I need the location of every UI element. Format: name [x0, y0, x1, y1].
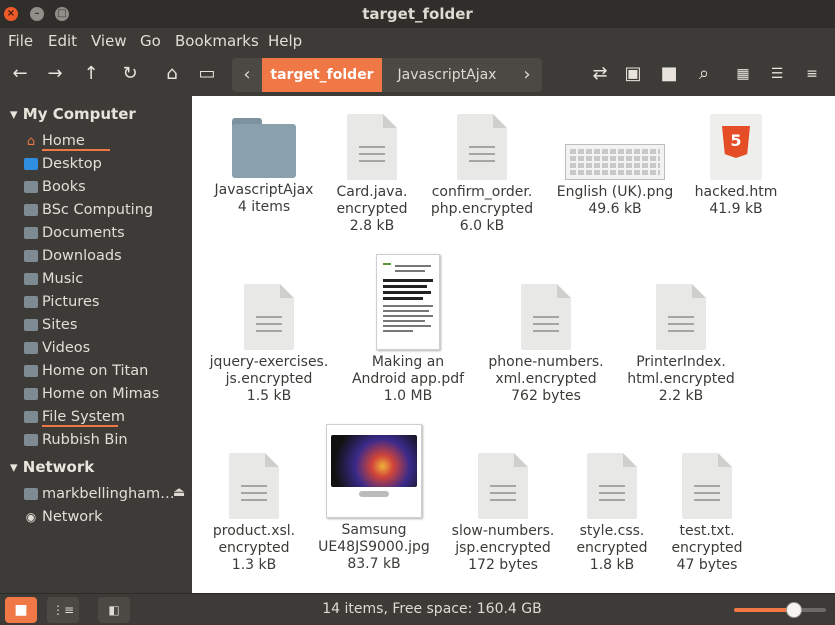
home-icon: ⌂ [26, 133, 36, 149]
document-icon [521, 284, 571, 350]
folder-icon [24, 273, 38, 285]
menu-bookmarks[interactable]: Bookmarks [175, 32, 259, 50]
breadcrumb-target-folder[interactable]: target_folder [262, 58, 382, 92]
network-folder-icon [24, 365, 38, 377]
document-icon [478, 453, 528, 519]
sidebar-item-sites[interactable]: Sites [24, 314, 77, 336]
tv-thumbnail [326, 424, 422, 518]
search-icon[interactable]: ⌕ [692, 62, 716, 86]
document-icon [656, 284, 706, 350]
breadcrumb: ‹ target_folder JavascriptAjax › [232, 58, 542, 92]
list-view-icon[interactable]: ☰ [765, 62, 789, 86]
new-folder-icon[interactable]: ■ [657, 62, 681, 86]
file-view[interactable]: JavascriptAjax 4 items Card.java. encryp… [192, 96, 835, 593]
title-bar: × – □ target_folder [0, 0, 835, 28]
terminal-icon[interactable]: ▣ [621, 62, 645, 86]
document-icon [244, 284, 294, 350]
back-arrow-icon[interactable]: ← [8, 62, 32, 86]
menu-bar: File Edit View Go Bookmarks Help [0, 28, 835, 54]
sidebar-item-home-on-mimas[interactable]: Home on Mimas [24, 383, 159, 405]
trash-icon [24, 434, 38, 446]
forward-arrow-icon[interactable]: → [43, 62, 67, 86]
globe-icon: ◉ [25, 510, 37, 524]
file-item-english-uk[interactable]: English (UK).png 49.6 kB [550, 114, 680, 218]
sidebar-item-bsc-computing[interactable]: BSc Computing [24, 199, 153, 221]
sidebar-item-downloads[interactable]: Downloads [24, 245, 122, 267]
document-icon [229, 453, 279, 519]
file-item-product-xsl[interactable]: product.xsl. encrypted 1.3 kB [189, 453, 319, 574]
menu-view[interactable]: View [91, 32, 127, 50]
folder-icon [24, 204, 38, 216]
toolbar: ← → ↑ ↻ ⌂ ▭ ‹ target_folder JavascriptAj… [0, 54, 835, 96]
compact-view-icon[interactable]: ≡ [800, 62, 824, 86]
sidebar-item-pictures[interactable]: Pictures [24, 291, 99, 313]
menu-help[interactable]: Help [268, 32, 302, 50]
sidebar-section-network[interactable]: ▾ Network [10, 458, 94, 476]
document-icon [347, 114, 397, 180]
sidebar-item-music[interactable]: Music [24, 268, 83, 290]
mounted-indicator [42, 149, 110, 151]
file-item-phone-numbers[interactable]: phone-numbers. xml.encrypted 762 bytes [481, 284, 611, 405]
eject-icon[interactable]: ⏏ [173, 485, 185, 500]
file-item-hacked-htm[interactable]: 5 hacked.htm 41.9 kB [671, 114, 801, 218]
file-item-test-txt[interactable]: test.txt. encrypted 47 bytes [642, 453, 772, 574]
sidebar-item-network-drive[interactable]: markbellingham… [24, 483, 175, 505]
zoom-slider-handle[interactable] [785, 602, 802, 618]
folder-icon [24, 227, 38, 239]
menu-file[interactable]: File [8, 32, 33, 50]
icon-view-icon[interactable]: ▦ [731, 62, 755, 86]
document-icon [682, 453, 732, 519]
sidebar-item-videos[interactable]: Videos [24, 337, 90, 359]
file-item-printerindex[interactable]: PrinterIndex. html.encrypted 2.2 kB [616, 284, 746, 405]
network-folder-icon [24, 388, 38, 400]
menu-go[interactable]: Go [140, 32, 161, 50]
document-icon [457, 114, 507, 180]
folder-icon [24, 250, 38, 262]
file-item-jquery-exercises[interactable]: jquery-exercises. js.encrypted 1.5 kB [204, 284, 334, 405]
breadcrumb-left-icon[interactable]: ‹ [232, 58, 262, 92]
sidebar: ▾ My Computer ⌂ Home Desktop Books BSc Co… [0, 96, 192, 593]
folder-icon [24, 181, 38, 193]
folder-icon [24, 296, 38, 308]
status-text: 14 items, Free space: 160.4 GB [322, 601, 542, 617]
sidebar-item-books[interactable]: Books [24, 176, 86, 198]
usage-indicator [42, 425, 118, 427]
html5-icon: 5 [710, 114, 762, 180]
zoom-slider[interactable] [734, 602, 826, 618]
sidebar-section-my-computer[interactable]: ▾ My Computer [10, 105, 136, 123]
window-title: target_folder [362, 5, 473, 23]
home-icon[interactable]: ⌂ [160, 62, 184, 86]
folder-icon [232, 118, 296, 178]
sidebar-item-desktop[interactable]: Desktop [24, 153, 102, 175]
up-arrow-icon[interactable]: ↑ [79, 62, 103, 86]
desktop-icon [24, 158, 38, 170]
drive-icon [24, 488, 38, 500]
toggle-location-icon[interactable]: ⇄ [588, 62, 612, 86]
sidebar-item-rubbish-bin[interactable]: Rubbish Bin [24, 429, 128, 451]
sidebar-item-documents[interactable]: Documents [24, 222, 125, 244]
folder-icon [24, 319, 38, 331]
breadcrumb-right-icon[interactable]: › [512, 58, 542, 92]
menu-edit[interactable]: Edit [48, 32, 77, 50]
pdf-thumbnail [376, 254, 440, 350]
file-item-samsung-jpg[interactable]: Samsung UE48JS9000.jpg 83.7 kB [309, 424, 439, 573]
reload-icon[interactable]: ↻ [118, 62, 142, 86]
document-icon [587, 453, 637, 519]
keyboard-thumbnail [550, 114, 680, 184]
file-item-making-android-app[interactable]: Making an Android app.pdf 1.0 MB [343, 254, 473, 405]
file-item-confirm-order[interactable]: confirm_order. php.encrypted 6.0 kB [417, 114, 547, 235]
computer-icon[interactable]: ▭ [195, 62, 219, 86]
zoom-slider-fill [734, 608, 794, 612]
breadcrumb-javascriptajax[interactable]: JavascriptAjax [382, 58, 512, 92]
status-bar: ■ ⋮≡ ◧ 14 items, Free space: 160.4 GB [0, 593, 835, 625]
folder-icon [24, 342, 38, 354]
drive-icon [24, 411, 38, 423]
sidebar-item-home-on-titan[interactable]: Home on Titan [24, 360, 148, 382]
sidebar-item-network[interactable]: ◉ Network [24, 506, 103, 528]
